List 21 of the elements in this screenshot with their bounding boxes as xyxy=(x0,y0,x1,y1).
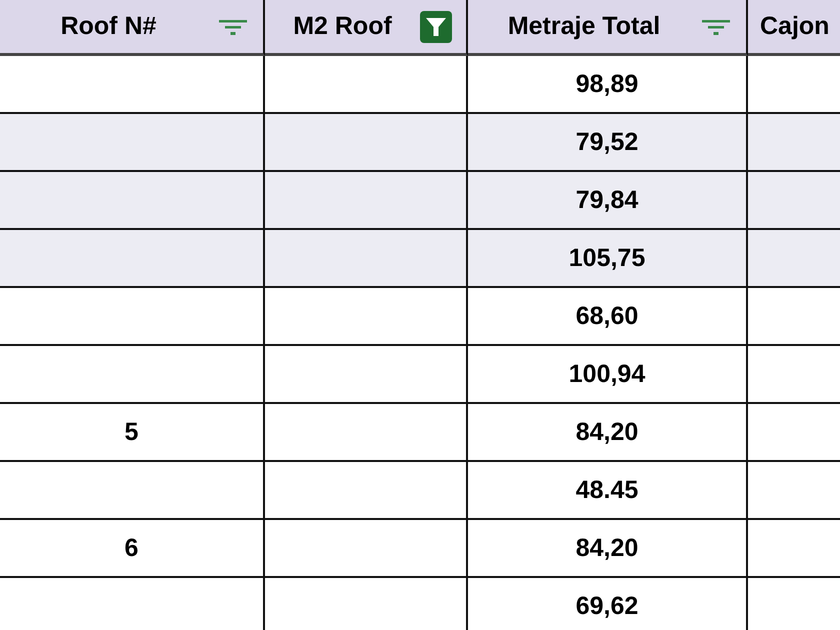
table-cell: 105,75 xyxy=(568,244,646,272)
table-cell: 69,62 xyxy=(576,592,638,620)
column-header-label: Metraje Total xyxy=(506,12,662,41)
table-cell: 79,84 xyxy=(576,186,638,214)
filter-icon[interactable] xyxy=(420,10,452,42)
table-cell: 100,94 xyxy=(568,360,646,388)
table-cell: 98,89 xyxy=(576,70,638,98)
column-header[interactable]: Cajon xyxy=(748,0,840,56)
table-cell: 68,60 xyxy=(576,302,638,330)
table-cell: 6 xyxy=(124,534,138,562)
table-cell: 48.45 xyxy=(576,476,638,504)
table-cell: 84,20 xyxy=(576,534,638,562)
table-cell: 84,20 xyxy=(576,418,638,446)
column-header-label: Cajon xyxy=(759,12,830,41)
column-header[interactable]: M2 Roof xyxy=(265,0,468,56)
column-header-label: Roof N# xyxy=(60,12,158,41)
column-header[interactable]: Metraje Total xyxy=(468,0,748,56)
table-cell: 5 xyxy=(124,418,138,446)
table-cell: 79,52 xyxy=(576,128,638,156)
column-header-label: M2 Roof xyxy=(292,12,393,41)
column-header[interactable]: Roof N# xyxy=(0,0,265,56)
